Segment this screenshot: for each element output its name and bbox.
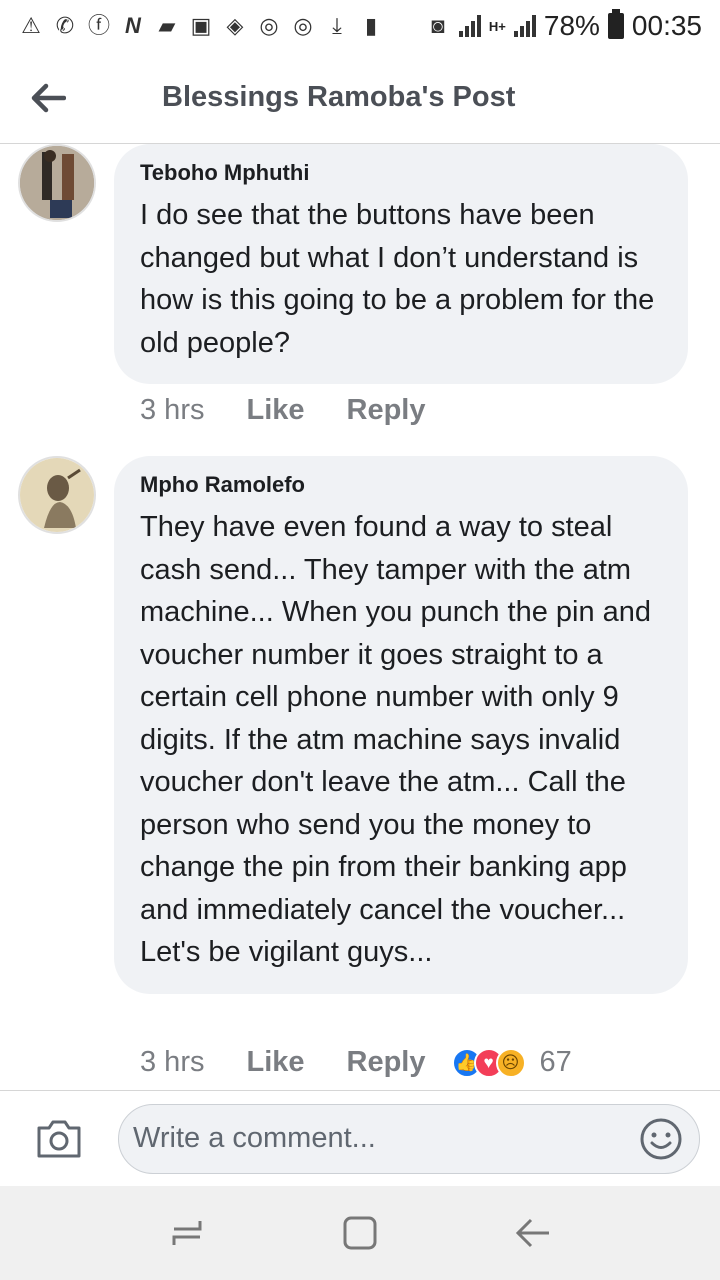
avatar-image — [20, 458, 94, 532]
n-icon: N — [125, 13, 141, 38]
comment-input-wrapper — [118, 1103, 700, 1174]
camera-icon — [37, 1120, 81, 1157]
gallery-icon: ▰ — [158, 13, 176, 38]
comment-bubble[interactable]: Mpho Ramolefo They have even found a way… — [114, 456, 688, 994]
comment-text: They have even found a way to steal cash… — [140, 511, 652, 968]
whatsapp-icon: ✆ — [55, 13, 75, 38]
back-button[interactable] — [0, 52, 96, 144]
back-nav-button[interactable] — [503, 1203, 563, 1263]
reply-button[interactable]: Reply — [347, 1046, 426, 1079]
sad-reaction-icon: ☹ — [495, 1047, 526, 1078]
recents-button[interactable] — [157, 1203, 217, 1263]
smiley-icon — [640, 1118, 682, 1159]
alert-icon: ⚠ — [21, 13, 41, 38]
sync-icon-2: ◎ — [293, 13, 313, 38]
header: Blessings Ramoba's Post — [0, 52, 720, 144]
download-icon: ⤓ — [332, 13, 342, 38]
recents-icon — [172, 1221, 202, 1245]
signal-icon — [458, 15, 481, 37]
comment-meta: 3 hrs Like Reply 👍 ♥ ☹ 67 — [140, 1046, 572, 1079]
sim-icon: ▮ — [364, 13, 378, 38]
page-title: Blessings Ramoba's Post — [162, 81, 516, 113]
reply-button[interactable]: Reply — [347, 394, 426, 427]
comment-composer — [0, 1090, 720, 1186]
back-icon — [516, 1218, 550, 1248]
home-icon — [343, 1216, 377, 1250]
reactions[interactable]: 👍 ♥ ☹ 67 — [451, 1046, 572, 1079]
signal-icon-2 — [513, 15, 536, 37]
reaction-count: 67 — [539, 1046, 572, 1078]
avatar[interactable] — [18, 144, 96, 222]
comment-time: 3 hrs — [140, 1046, 205, 1078]
system-nav-bar — [0, 1186, 720, 1280]
comment-author[interactable]: Mpho Ramolefo — [140, 472, 662, 498]
sync-icon: ◎ — [259, 13, 279, 38]
avatar-image — [20, 146, 94, 220]
storage-icon: ◙ — [431, 13, 445, 38]
status-right-icons: ◙ H+ 78% 00:35 — [425, 9, 702, 42]
camera-button[interactable] — [0, 1091, 118, 1187]
like-button[interactable]: Like — [246, 1046, 304, 1079]
wifi-icon: ◈ — [226, 13, 244, 38]
emoji-button[interactable] — [637, 1115, 685, 1163]
arrow-left-icon — [31, 83, 66, 112]
image-icon: ▣ — [190, 13, 212, 38]
comment-text: I do see that the buttons have been chan… — [140, 199, 655, 359]
comment-author[interactable]: Teboho Mphuthi — [140, 160, 662, 186]
battery-percent: 78% — [543, 10, 600, 41]
avatar[interactable] — [18, 456, 96, 534]
clock: 00:35 — [631, 10, 702, 41]
home-button[interactable] — [330, 1203, 390, 1263]
comment-time: 3 hrs — [140, 394, 205, 426]
comment-bubble[interactable]: Teboho Mphuthi I do see that the buttons… — [114, 144, 688, 384]
like-button[interactable]: Like — [246, 394, 304, 427]
comment-meta: 3 hrs Like Reply — [140, 394, 426, 427]
network-type-icon: H+ — [488, 18, 506, 34]
comment-input[interactable] — [133, 1122, 637, 1155]
status-left-icons: ⚠ ✆ ⓕ N ▰ ▣ ◈ ◎ ◎ ⤓ ▮ — [18, 13, 384, 39]
battery-icon — [607, 9, 624, 39]
facebook-icon: ⓕ — [87, 13, 110, 38]
status-bar: ⚠ ✆ ⓕ N ▰ ▣ ◈ ◎ ◎ ⤓ ▮ ◙ H+ 78% 00:35 — [0, 0, 720, 52]
